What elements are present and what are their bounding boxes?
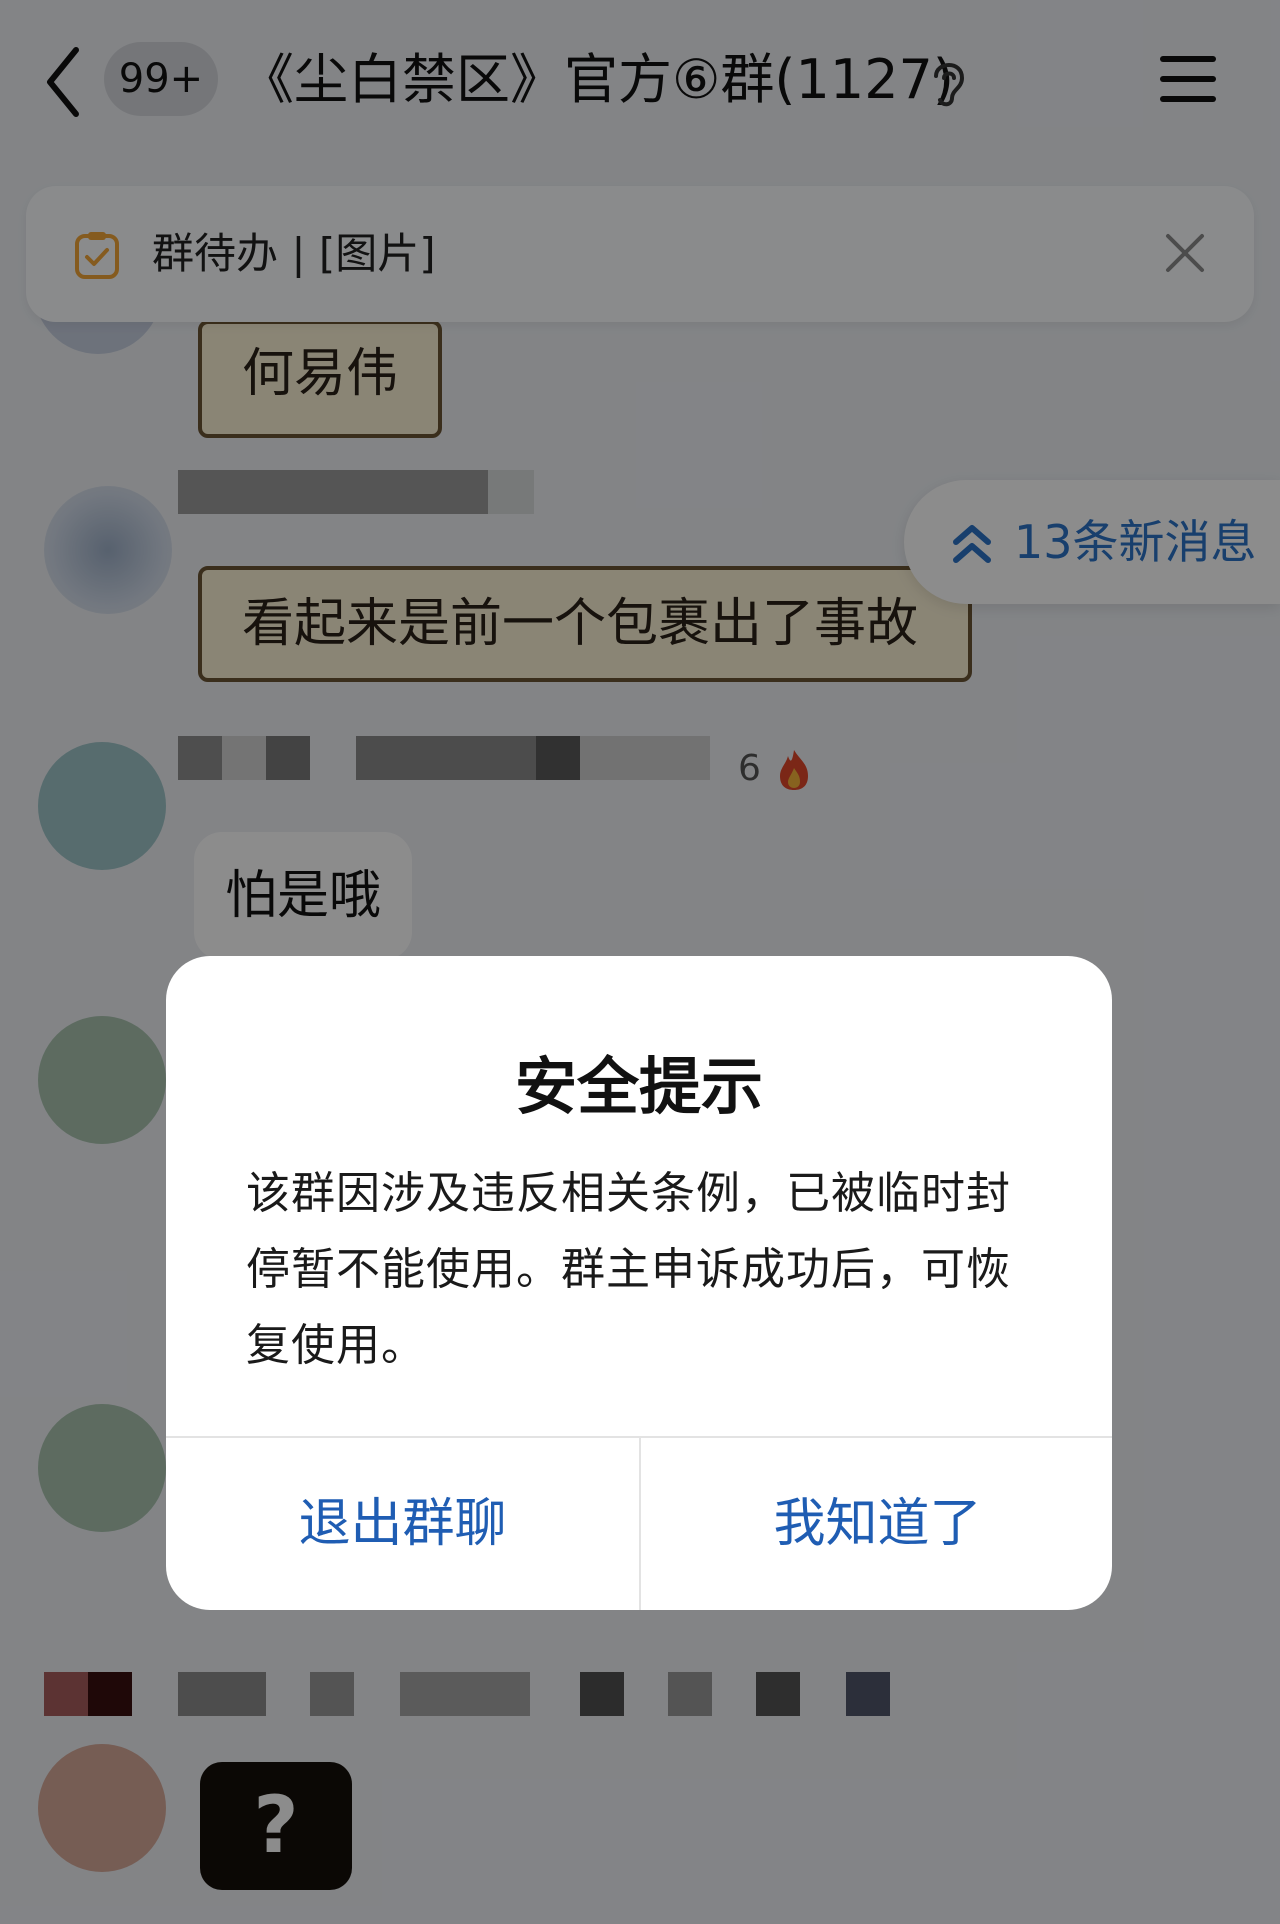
security-alert-dialog: 安全提示 该群因涉及违反相关条例，已被临时封停暂不能使用。群主申诉成功后，可恢复… bbox=[166, 956, 1112, 1610]
dialog-title: 安全提示 bbox=[514, 1050, 763, 1123]
acknowledge-button[interactable]: 我知道了 bbox=[641, 1438, 1112, 1610]
dialog-message: 该群因涉及违反相关条例，已被临时封停暂不能使用。群主申诉成功后，可恢复使用。 bbox=[246, 1168, 1011, 1371]
exit-group-button[interactable]: 退出群聊 bbox=[166, 1438, 639, 1610]
